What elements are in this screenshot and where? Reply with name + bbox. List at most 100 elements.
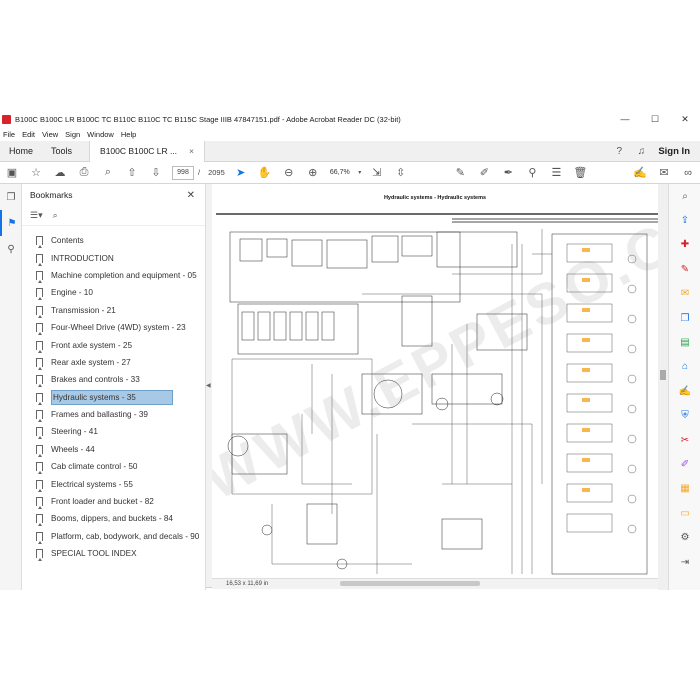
- hand-tool-icon[interactable]: ✋: [253, 162, 277, 184]
- bookmark-item[interactable]: Rear axle system - 27: [22, 354, 205, 371]
- export-pdf-icon[interactable]: ⇪: [669, 208, 700, 232]
- minimize-button[interactable]: —: [610, 114, 640, 124]
- next-page-icon[interactable]: ⇩: [144, 162, 168, 184]
- bookmark-item[interactable]: Front axle system - 25: [22, 336, 205, 353]
- draw-icon[interactable]: ✒: [496, 162, 520, 184]
- bookmark-item[interactable]: Platform, cab, bodywork, and decals - 90: [22, 528, 205, 545]
- bookmark-options-icon[interactable]: ☰▾: [30, 210, 43, 221]
- menu-sign[interactable]: Sign: [65, 130, 80, 139]
- scrolling-mode-icon[interactable]: ⇳: [389, 162, 413, 184]
- redact-icon[interactable]: ✂: [669, 428, 700, 452]
- menu-window[interactable]: Window: [87, 130, 114, 139]
- protect-shield-icon[interactable]: ⛨: [669, 404, 700, 428]
- bookmark-ribbon-icon: [36, 392, 43, 405]
- bookmark-item[interactable]: Wheels - 44: [22, 441, 205, 458]
- fit-page-icon[interactable]: ⇲: [365, 162, 389, 184]
- save-icon[interactable]: ▣: [0, 162, 24, 184]
- zoom-out-icon[interactable]: ⊖: [277, 162, 301, 184]
- fill-sign-icon[interactable]: ✍: [669, 379, 700, 403]
- page-total: 2095: [208, 168, 225, 177]
- tab-tools[interactable]: Tools: [42, 141, 81, 162]
- bookmark-item-label: Four-Wheel Drive (4WD) system - 23: [51, 323, 186, 333]
- search-zoom-tool-icon[interactable]: ⌕: [669, 184, 700, 208]
- rich-media-icon[interactable]: ▭: [669, 501, 700, 525]
- page-number-input[interactable]: 998: [172, 165, 194, 180]
- main-toolbar: ▣ ☆ ☁ ⎙ ⌕ ⇧ ⇩ 998 / 2095 ➤ ✋ ⊖ ⊕ 66,7% ▾…: [0, 162, 700, 184]
- expand-right-pane-icon[interactable]: ⇥: [669, 550, 700, 574]
- prepare-form-icon[interactable]: ✐: [669, 452, 700, 476]
- scrollbar-thumb[interactable]: [660, 370, 666, 380]
- highlight-pen-icon[interactable]: ✐: [472, 162, 496, 184]
- create-pdf-icon[interactable]: ✚: [669, 233, 700, 257]
- help-icon[interactable]: ?: [608, 146, 630, 157]
- bookmark-search-icon[interactable]: ⌕: [53, 210, 58, 221]
- comment-icon[interactable]: ✎: [448, 162, 472, 184]
- organize-pages-icon[interactable]: ▤: [669, 330, 700, 354]
- zoom-in-icon[interactable]: ⊕: [301, 162, 325, 184]
- tab-document[interactable]: B100C B100C LR ... ×: [89, 140, 206, 162]
- sign-in-button[interactable]: Sign In: [658, 146, 690, 157]
- delete-icon[interactable]: 🗑: [568, 162, 592, 184]
- bookmark-ribbon-icon: [36, 270, 43, 283]
- bookmark-item[interactable]: Frames and ballasting - 39: [22, 406, 205, 423]
- find-search-icon[interactable]: ⌕: [96, 162, 120, 184]
- vertical-scrollbar[interactable]: [658, 184, 668, 590]
- menu-help[interactable]: Help: [121, 130, 136, 139]
- maximize-button[interactable]: ☐: [640, 114, 670, 125]
- notifications-bell-icon[interactable]: ♫: [630, 146, 652, 157]
- bookmark-item[interactable]: Electrical systems - 55: [22, 475, 205, 492]
- edit-pdf-icon[interactable]: ✎: [669, 257, 700, 281]
- bookmark-item[interactable]: Hydraulic systems - 35: [22, 389, 205, 406]
- bookmarks-tools: ☰▾ ⌕: [22, 206, 205, 226]
- bookmark-item-label: Booms, dippers, and buckets - 84: [51, 514, 173, 524]
- page-thumbnails-icon[interactable]: ❐: [0, 184, 22, 210]
- bookmark-star-icon[interactable]: ☆: [24, 162, 48, 184]
- stamp-icon[interactable]: ⚲: [520, 162, 544, 184]
- menu-view[interactable]: View: [42, 130, 58, 139]
- bookmark-ribbon-icon: [36, 288, 43, 301]
- bookmark-item-label: INTRODUCTION: [51, 253, 114, 263]
- bookmarks-close-icon[interactable]: ✕: [187, 190, 195, 201]
- share-link-icon[interactable]: ∞: [676, 162, 700, 184]
- bookmark-item[interactable]: SPECIAL TOOL INDEX: [22, 545, 205, 562]
- menu-file[interactable]: File: [3, 130, 15, 139]
- bookmark-ribbon-icon: [36, 357, 43, 370]
- comment-tool-icon[interactable]: ✉: [669, 282, 700, 306]
- bookmark-item[interactable]: Machine completion and equipment - 05: [22, 267, 205, 284]
- email-icon[interactable]: ✉: [652, 162, 676, 184]
- print-icon[interactable]: ⎙: [72, 162, 96, 184]
- zoom-level-select[interactable]: 66,7%: [325, 166, 355, 180]
- previous-page-icon[interactable]: ⇧: [120, 162, 144, 184]
- close-window-button[interactable]: ✕: [670, 114, 700, 125]
- bookmark-item[interactable]: Four-Wheel Drive (4WD) system - 23: [22, 319, 205, 336]
- bookmark-item[interactable]: Transmission - 21: [22, 302, 205, 319]
- bookmark-item[interactable]: Brakes and controls - 33: [22, 371, 205, 388]
- upload-cloud-icon[interactable]: ☁: [48, 162, 72, 184]
- bookmark-item[interactable]: Contents: [22, 232, 205, 249]
- text-box-icon[interactable]: ☰: [544, 162, 568, 184]
- zoom-dropdown-chevron-icon[interactable]: ▾: [355, 162, 365, 184]
- bookmark-item[interactable]: Cab climate control - 50: [22, 458, 205, 475]
- select-cursor-icon[interactable]: ➤: [229, 162, 253, 184]
- bookmark-item[interactable]: Engine - 10: [22, 284, 205, 301]
- bookmark-item-label: Platform, cab, bodywork, and decals - 90: [51, 531, 200, 541]
- bookmark-item[interactable]: Front loader and bucket - 82: [22, 493, 205, 510]
- menu-edit[interactable]: Edit: [22, 130, 35, 139]
- bookmark-item[interactable]: INTRODUCTION: [22, 249, 205, 266]
- collapse-left-panel-icon[interactable]: ◀: [206, 382, 211, 389]
- sign-pen-icon[interactable]: ✍: [628, 162, 652, 184]
- bookmark-item[interactable]: Booms, dippers, and buckets - 84: [22, 510, 205, 527]
- bookmark-item[interactable]: Steering - 41: [22, 423, 205, 440]
- scan-ocr-icon[interactable]: ⌂: [669, 355, 700, 379]
- horizontal-scrollbar[interactable]: [340, 581, 480, 586]
- send-for-review-icon[interactable]: ▦: [669, 477, 700, 501]
- more-tools-icon[interactable]: ⚙: [669, 525, 700, 549]
- combine-files-icon[interactable]: ❐: [669, 306, 700, 330]
- tab-home[interactable]: Home: [0, 141, 42, 162]
- document-viewport[interactable]: Hydraulic systems - Hydraulic systems WW…: [212, 184, 658, 578]
- bookmark-ribbon-icon: [36, 497, 43, 510]
- tab-close-icon[interactable]: ×: [189, 146, 194, 156]
- attachments-paperclip-icon[interactable]: ⚲: [0, 236, 22, 262]
- bookmarks-panel-icon[interactable]: ⚑: [0, 210, 22, 236]
- page-header-text: Hydraulic systems - Hydraulic systems: [383, 195, 487, 201]
